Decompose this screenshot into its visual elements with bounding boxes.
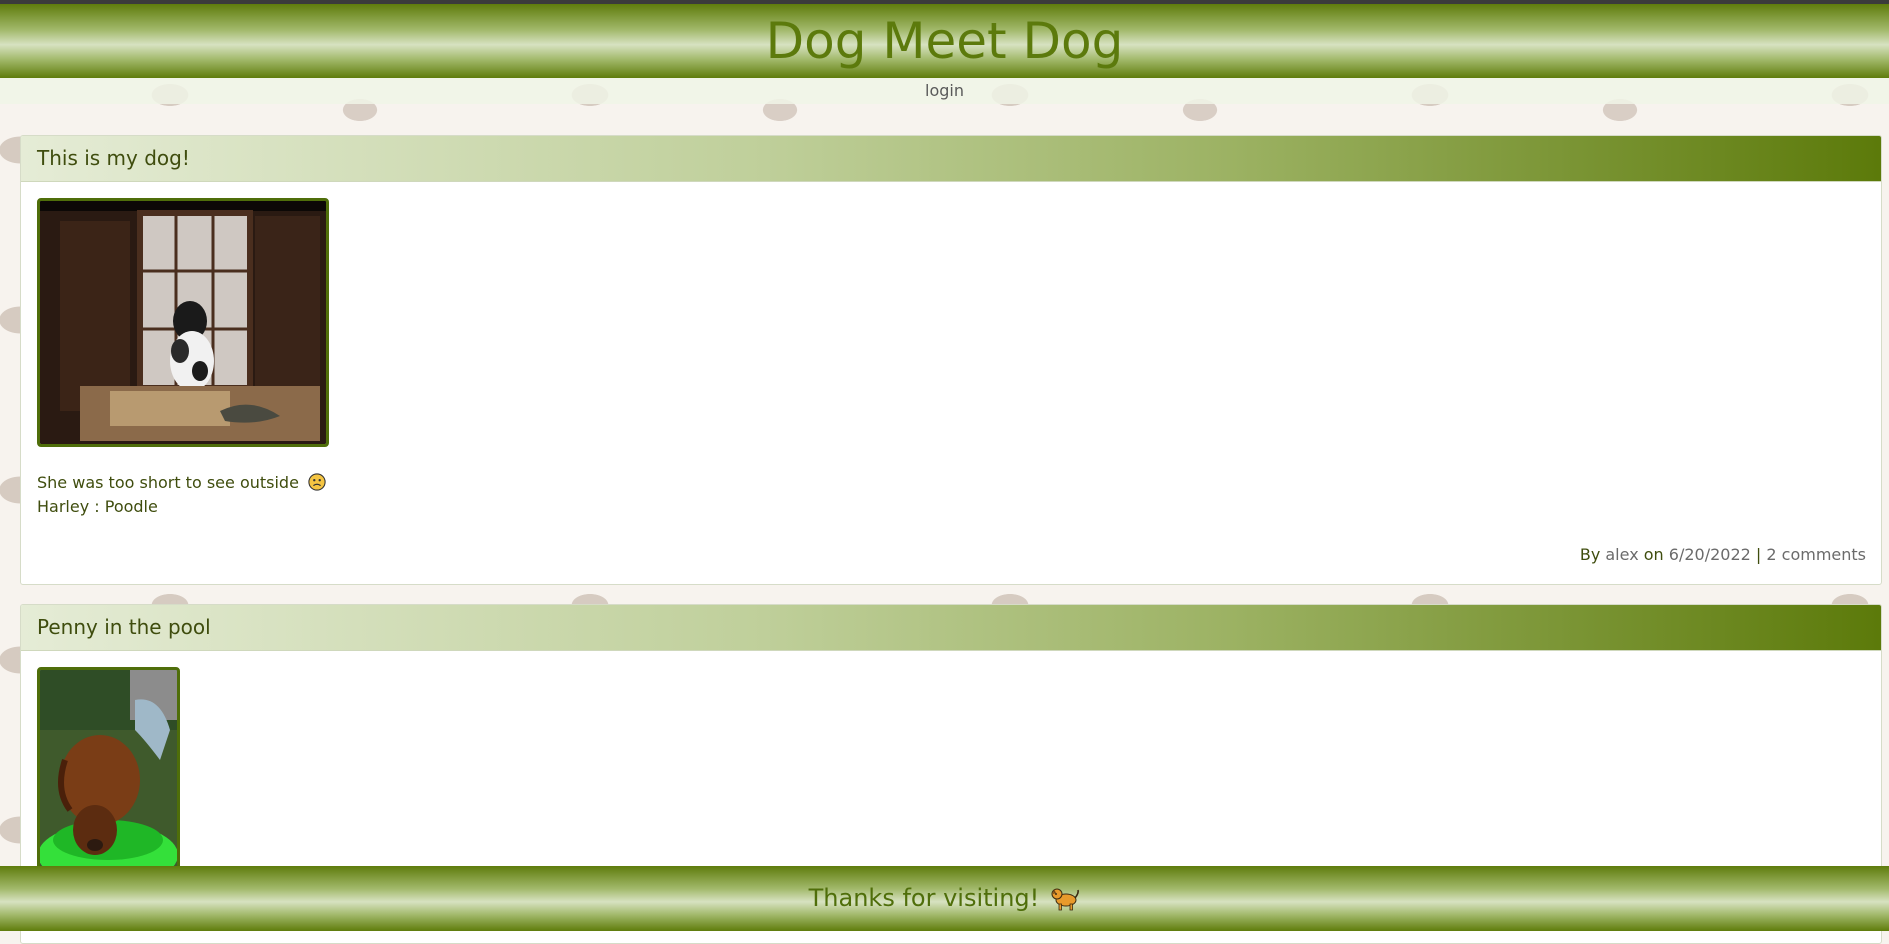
site-title: Dog Meet Dog bbox=[765, 12, 1124, 70]
post-meta: By alex on 6/20/2022 | 2 comments bbox=[1580, 545, 1866, 564]
by-label: By bbox=[1579, 545, 1606, 564]
sad-face-icon bbox=[308, 473, 326, 491]
post-image[interactable] bbox=[37, 667, 180, 897]
post-title[interactable]: This is my dog! bbox=[21, 136, 1881, 181]
nav-bar: login bbox=[0, 78, 1889, 104]
footer-text: Thanks for visiting! bbox=[808, 884, 1040, 912]
post-header: This is my dog! bbox=[21, 136, 1881, 182]
post-image[interactable] bbox=[37, 198, 329, 447]
post-caption-text: She was too short to see outside bbox=[37, 473, 299, 492]
meta-separator: | bbox=[1750, 545, 1767, 564]
dog-photo-pool bbox=[40, 670, 177, 894]
dog-breed: Poodle bbox=[104, 497, 158, 516]
dog-emoji-icon bbox=[1051, 888, 1080, 911]
login-link[interactable]: login bbox=[925, 81, 964, 100]
post-date-link[interactable]: 6/20/2022 bbox=[1669, 545, 1751, 564]
comments-link[interactable]: 2 comments bbox=[1766, 545, 1866, 564]
post-header: Penny in the pool bbox=[21, 605, 1881, 651]
post-title[interactable]: Penny in the pool bbox=[21, 605, 1881, 650]
author-link[interactable]: alex bbox=[1605, 545, 1638, 564]
on-label: on bbox=[1638, 545, 1669, 564]
dog-separator: : bbox=[89, 497, 105, 516]
dog-name: Harley bbox=[37, 497, 90, 516]
post-card: This is my dog! She was too short to see… bbox=[20, 135, 1882, 585]
site-footer: Thanks for visiting! bbox=[0, 866, 1889, 931]
dog-photo-window bbox=[40, 201, 326, 444]
site-header: Dog Meet Dog bbox=[0, 4, 1889, 78]
post-caption: She was too short to see outside bbox=[37, 473, 326, 492]
post-dog-info: Harley : Poodle bbox=[37, 497, 158, 516]
